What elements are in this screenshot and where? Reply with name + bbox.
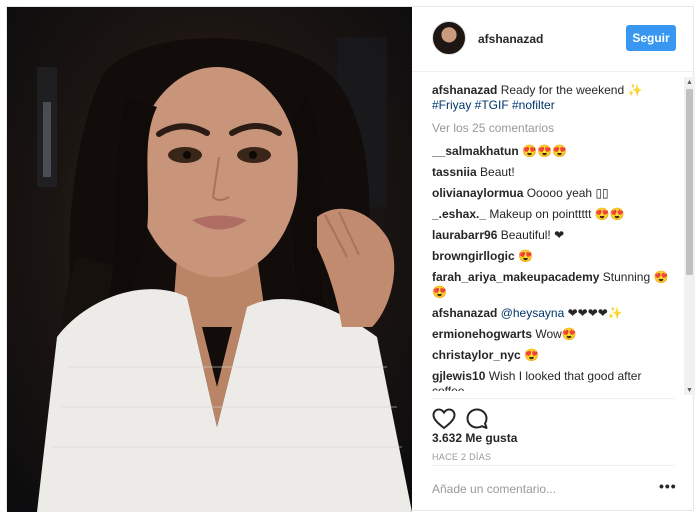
comment-username[interactable]: gjlewis10: [432, 369, 485, 383]
comment-username[interactable]: __salmakhatun: [432, 144, 519, 158]
comment-item: afshanazad @heysayna ❤❤❤❤✨: [432, 306, 680, 321]
comment-item: laurabarr96 Beautiful! ❤: [432, 228, 680, 243]
caption-username[interactable]: afshanazad: [432, 83, 497, 97]
comment-username[interactable]: christaylor_nyc: [432, 348, 521, 362]
comment-item: tassniia Beaut!: [432, 165, 680, 180]
caption: afshanazad Ready for the weekend ✨ #Friy…: [432, 83, 680, 113]
comment-text: Beaut!: [480, 165, 515, 179]
comment-text: Beautiful! ❤: [500, 228, 565, 242]
comment-username[interactable]: olivianaylormua: [432, 186, 523, 200]
comment-item: ermionehogwarts Wow😍: [432, 327, 680, 342]
post-actions: [432, 398, 675, 434]
scroll-up-arrow-icon[interactable]: ▲: [684, 77, 695, 87]
avatar[interactable]: [432, 21, 466, 55]
comment-text: 😍: [518, 249, 533, 263]
follow-button[interactable]: Seguir: [626, 25, 676, 51]
comments-list: afshanazad Ready for the weekend ✨ #Friy…: [432, 83, 680, 391]
post-photo[interactable]: [7, 7, 412, 512]
post-header: afshanazad Seguir: [412, 7, 695, 72]
comment-username[interactable]: laurabarr96: [432, 228, 497, 242]
comment-text: 😍: [524, 348, 540, 362]
comment-text: Ooooo yeah ▯▯: [526, 186, 609, 200]
likes-count[interactable]: 3.632 Me gusta: [432, 431, 517, 445]
portrait-photo: [37, 37, 412, 512]
comment-input[interactable]: [432, 480, 647, 498]
instagram-post: afshanazad Seguir afshanazad Ready for t…: [6, 6, 695, 512]
post-timestamp[interactable]: HACE 2 DÍAS: [432, 452, 491, 462]
comment-item: gjlewis10 Wish I looked that good after …: [432, 369, 680, 391]
comment-item: _.eshax._ Makeup on pointtttt 😍😍: [432, 207, 680, 222]
comment-username[interactable]: tassniia: [432, 165, 477, 179]
comments-scrollbar[interactable]: ▲ ▼: [684, 77, 695, 395]
comment-username[interactable]: _.eshax._: [432, 207, 486, 221]
caption-text: Ready for the weekend ✨: [500, 83, 643, 97]
scrollbar-thumb[interactable]: [686, 89, 693, 275]
comment-item: farah_ariya_makeupacademy Stunning 😍 😍: [432, 270, 680, 300]
comment-text: Makeup on pointtttt 😍😍: [489, 207, 625, 221]
add-comment-bar: •••: [432, 465, 676, 509]
comment-mention[interactable]: @heysayna: [501, 306, 565, 320]
more-options-icon[interactable]: •••: [659, 479, 676, 496]
comment-username[interactable]: farah_ariya_makeupacademy: [432, 270, 599, 284]
comment-bubble-icon[interactable]: [465, 407, 489, 431]
comment-item: christaylor_nyc 😍: [432, 348, 680, 363]
scroll-down-arrow-icon[interactable]: ▼: [684, 385, 695, 395]
caption-hashtags[interactable]: #Friyay #TGIF #nofilter: [432, 98, 555, 112]
comment-username[interactable]: afshanazad: [432, 306, 497, 320]
header-username[interactable]: afshanazad: [478, 32, 543, 46]
comment-item: __salmakhatun 😍😍😍: [432, 144, 680, 159]
comment-text: 😍😍😍: [522, 144, 567, 158]
comment-username[interactable]: browngirllogic: [432, 249, 515, 263]
comment-item: olivianaylormua Ooooo yeah ▯▯: [432, 186, 680, 201]
comment-text: Wow😍: [535, 327, 577, 341]
post-side-panel: afshanazad Seguir afshanazad Ready for t…: [412, 7, 695, 512]
comment-username[interactable]: ermionehogwarts: [432, 327, 532, 341]
comment-text: ❤❤❤❤✨: [567, 306, 623, 320]
heart-icon[interactable]: [432, 407, 456, 431]
load-more-comments-link[interactable]: Ver los 25 comentarios: [432, 121, 680, 136]
comment-item: browngirllogic 😍: [432, 249, 680, 264]
